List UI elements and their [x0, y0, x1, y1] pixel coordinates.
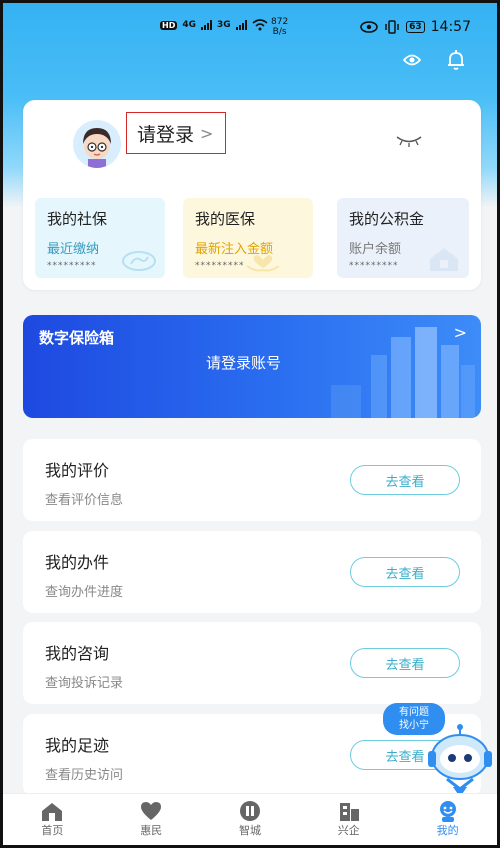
- vibrate-icon: [385, 20, 399, 34]
- tab-label: 智城: [238, 824, 261, 837]
- signal-group: HD 4G 3G: [160, 19, 268, 31]
- tab-label: 兴企: [337, 824, 360, 837]
- sim1-label: 4G: [182, 20, 196, 30]
- profile-icon: [436, 800, 460, 822]
- tile-title: 我的医保: [195, 210, 256, 228]
- home-icon: [40, 800, 64, 822]
- tab-home[interactable]: 首页: [3, 794, 102, 845]
- banner-login-prompt: 请登录账号: [206, 354, 282, 372]
- speed-unit: B/s: [272, 27, 287, 37]
- header-actions: [401, 49, 467, 71]
- wifi-icon: [252, 19, 268, 31]
- heart-icon: [139, 800, 163, 822]
- user-card: 请登录 > 我的社保 最近缴纳 ********* 我的医保 最新注入金额 **…: [23, 100, 481, 290]
- tab-benefits[interactable]: 惠民: [102, 794, 201, 845]
- assistant-robot-icon[interactable]: [423, 723, 497, 799]
- notification-bell-icon[interactable]: [445, 49, 467, 71]
- social-security-tile[interactable]: 我的社保 最近缴纳 *********: [35, 198, 165, 278]
- digital-safe-banner[interactable]: 数字保险箱 请登录账号 >: [23, 315, 481, 418]
- network-speed: 872 B/s: [271, 17, 288, 37]
- eye-closed-icon[interactable]: [395, 134, 423, 148]
- list-item-consultations: 我的咨询 查询投诉记录 去查看: [23, 622, 481, 704]
- signal-bars-icon: [201, 20, 212, 30]
- house-icon: [430, 248, 458, 271]
- login-link[interactable]: 请登录 >: [126, 112, 226, 154]
- eye-icon: [360, 21, 378, 33]
- tab-label: 首页: [41, 824, 64, 837]
- status-bar: HD 4G 3G 872 B/s 63 14:57: [3, 17, 497, 41]
- login-label: 请登录: [137, 123, 195, 146]
- list-item-evaluations: 我的评价 查看评价信息 去查看: [23, 439, 481, 521]
- status-right: 63 14:57: [360, 19, 471, 35]
- tab-label: 惠民: [140, 824, 163, 837]
- view-consultations-button[interactable]: 去查看: [350, 648, 460, 678]
- speed-value: 872: [271, 17, 289, 27]
- item-title: 我的评价: [45, 461, 110, 480]
- chevron-right-icon: >: [200, 123, 214, 143]
- hand-heart-icon: [246, 255, 280, 272]
- list-item-applications: 我的办件 查询办件进度 去查看: [23, 531, 481, 613]
- battery-icon: 63: [406, 21, 425, 33]
- item-title: 我的咨询: [45, 644, 110, 663]
- tab-label: 我的: [436, 824, 459, 837]
- view-applications-button[interactable]: 去查看: [350, 557, 460, 587]
- item-subtitle: 查询投诉记录: [45, 676, 124, 691]
- tab-smart-city[interactable]: 智城: [201, 794, 300, 845]
- app-screen: HD 4G 3G 872 B/s 63 14:57 请登录 > 我的社保 最近缴…: [0, 0, 500, 848]
- social-security-logo-icon: [122, 251, 156, 271]
- item-subtitle: 查看评价信息: [45, 493, 124, 508]
- tile-title: 我的公积金: [349, 210, 425, 228]
- city-icon: [238, 800, 262, 822]
- avatar[interactable]: [73, 120, 121, 168]
- sim2-label: 3G: [217, 20, 231, 30]
- signal-bars-2-icon: [235, 20, 247, 30]
- scan-icon[interactable]: [401, 49, 423, 71]
- building-icon: [337, 800, 361, 822]
- housing-fund-tile[interactable]: 我的公积金 账户余额 *********: [337, 198, 469, 278]
- item-subtitle: 查询办件进度: [45, 585, 124, 600]
- medical-insurance-tile[interactable]: 我的医保 最新注入金额 *********: [183, 198, 313, 278]
- hd-badge: HD: [160, 20, 178, 30]
- bottom-tab-bar: 首页 惠民 智城 兴企 我的: [3, 793, 497, 845]
- clock-time: 14:57: [430, 19, 471, 35]
- assistant-bubble-line1: 有问题: [399, 707, 429, 718]
- banner-title: 数字保险箱: [39, 329, 115, 347]
- tab-enterprise[interactable]: 兴企: [299, 794, 398, 845]
- item-title: 我的足迹: [45, 736, 110, 755]
- view-evaluations-button[interactable]: 去查看: [350, 465, 460, 495]
- item-title: 我的办件: [45, 553, 110, 572]
- item-subtitle: 查看历史访问: [45, 768, 124, 783]
- chevron-right-icon: >: [453, 323, 467, 342]
- tile-title: 我的社保: [47, 210, 108, 228]
- tab-profile[interactable]: 我的: [398, 794, 497, 845]
